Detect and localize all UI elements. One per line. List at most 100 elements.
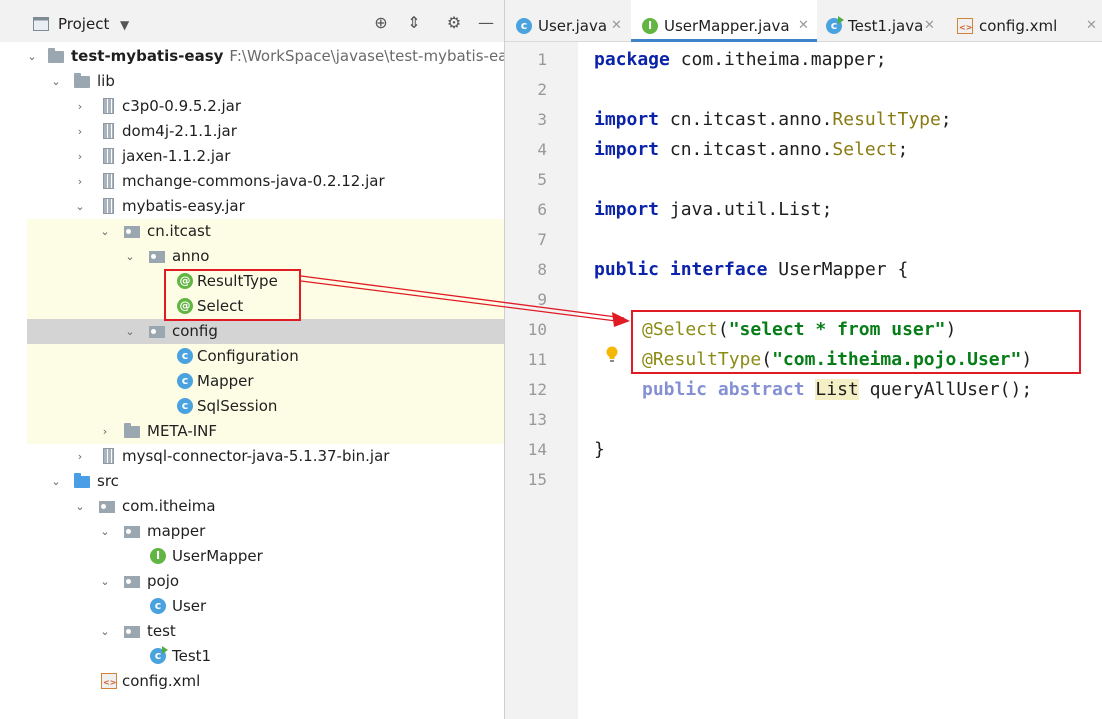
class-icon: c — [516, 18, 532, 34]
tree-item-label: config — [172, 322, 218, 340]
interface-icon: I — [642, 18, 658, 34]
tree-item-package[interactable]: ⌄ anno — [27, 244, 504, 269]
locate-target-icon[interactable]: ⊕ — [371, 13, 391, 33]
chevron-down-icon[interactable]: ⌄ — [99, 219, 111, 244]
class-name: Select — [832, 139, 898, 160]
tree-item-file[interactable]: config.xml — [0, 669, 504, 694]
chevron-down-icon[interactable]: ▼ — [120, 18, 129, 32]
tree-item-label: anno — [172, 247, 210, 265]
chevron-right-icon[interactable]: › — [74, 119, 86, 144]
code-line-6: import java.util.List; — [594, 195, 832, 225]
gear-icon[interactable]: ⚙ — [444, 13, 464, 33]
chevron-down-icon[interactable]: ⌄ — [99, 519, 111, 544]
tree-item-class[interactable]: c SqlSession — [27, 394, 504, 419]
package-icon — [124, 576, 140, 588]
tree-item-class[interactable]: c Test1 — [0, 644, 504, 669]
line-number: 9 — [537, 290, 547, 309]
code-line-12: public abstract List queryAllUser(); — [642, 375, 1032, 405]
minimize-icon[interactable]: — — [476, 13, 496, 33]
code-line-4: import cn.itcast.anno.Select; — [594, 135, 908, 165]
code-text: java.util.List; — [659, 199, 833, 220]
code-text: com.itheima.mapper; — [669, 49, 887, 70]
line-number: 15 — [527, 470, 547, 489]
chevron-right-icon[interactable]: › — [74, 444, 86, 469]
line-number: 12 — [527, 380, 547, 399]
chevron-down-icon[interactable]: ⌄ — [124, 244, 136, 269]
tree-item-label: mchange-commons-java-0.2.12.jar — [122, 172, 385, 190]
project-panel: Project ▼ ⊕ ⇕ ⚙ — ⌄ test-mybatis-easy F:\… — [0, 0, 524, 719]
interface-icon: I — [150, 548, 166, 564]
tree-item-lib[interactable]: ⌄ lib — [0, 69, 504, 94]
tree-item-label: pojo — [147, 572, 180, 590]
keyword: import — [594, 139, 660, 160]
code-text: } — [594, 439, 605, 460]
tree-item-src[interactable]: ⌄ src — [0, 469, 504, 494]
keyword: public — [594, 259, 660, 280]
tree-item-label: META-INF — [147, 422, 218, 440]
chevron-right-icon[interactable]: › — [74, 94, 86, 119]
chevron-down-icon[interactable]: ⌄ — [99, 569, 111, 594]
package-icon — [99, 501, 115, 513]
collapse-all-icon[interactable]: ⇕ — [404, 13, 424, 33]
chevron-down-icon[interactable]: ⌄ — [124, 319, 136, 344]
tree-item-jar[interactable]: › mchange-commons-java-0.2.12.jar — [0, 169, 504, 194]
code-editor[interactable]: package com.itheima.mapper; import cn.it… — [578, 42, 1102, 719]
tree-item-package[interactable]: ⌄ mapper — [0, 519, 504, 544]
highlight-box-code — [631, 310, 1081, 374]
line-number: 10 — [527, 320, 547, 339]
line-number: 14 — [527, 440, 547, 459]
line-number: 8 — [537, 260, 547, 279]
xml-file-icon — [957, 18, 973, 34]
keyword: interface — [669, 259, 768, 280]
tree-item-jar[interactable]: › mysql-connector-java-5.1.37-bin.jar — [0, 444, 504, 469]
tree-item-label: User — [172, 597, 207, 615]
tree-item-label: c3p0-0.9.5.2.jar — [122, 97, 242, 115]
tree-item-jar[interactable]: › c3p0-0.9.5.2.jar — [0, 94, 504, 119]
class-name: ResultType — [832, 109, 941, 130]
line-number: 6 — [537, 200, 547, 219]
tree-item-project-root[interactable]: ⌄ test-mybatis-easy F:\WorkSpace\javase\t… — [0, 44, 524, 69]
class-icon: c — [177, 398, 193, 414]
class-icon: c — [150, 598, 166, 614]
chevron-right-icon[interactable]: › — [99, 419, 111, 444]
chevron-down-icon[interactable]: ⌄ — [74, 494, 86, 519]
module-folder-icon — [48, 48, 64, 63]
tree-item-class[interactable]: c Configuration — [27, 344, 504, 369]
project-path: F:\WorkSpace\javase\test-mybatis-easy — [229, 47, 525, 65]
tree-item-class[interactable]: c User — [0, 594, 504, 619]
tree-item-interface[interactable]: I UserMapper — [0, 544, 504, 569]
tree-item-package[interactable]: ⌄ test — [0, 619, 504, 644]
chevron-right-icon[interactable]: › — [74, 144, 86, 169]
code-text: ; — [897, 139, 909, 160]
folder-icon — [74, 73, 90, 88]
chevron-down-icon[interactable]: ⌄ — [26, 44, 38, 69]
tree-item-label: Mapper — [197, 372, 254, 390]
chevron-down-icon[interactable]: ⌄ — [50, 69, 62, 94]
chevron-down-icon[interactable]: ⌄ — [50, 469, 62, 494]
tree-item-jar[interactable]: › dom4j-2.1.1.jar — [0, 119, 504, 144]
tree-item-jar[interactable]: ⌄ mybatis-easy.jar — [0, 194, 504, 219]
lightbulb-icon[interactable] — [605, 346, 619, 364]
tree-item-package-selected[interactable]: ⌄ config — [27, 319, 504, 344]
tree-item-package[interactable]: ⌄ pojo — [0, 569, 504, 594]
chevron-right-icon[interactable]: › — [74, 169, 86, 194]
folder-icon — [33, 17, 49, 31]
tree-item-label: mysql-connector-java-5.1.37-bin.jar — [122, 447, 390, 465]
editor-gutter[interactable]: 1 2 3 4 5 6 7 8 9 10 11 12 13 14 15 — [505, 42, 578, 719]
jar-icon — [103, 173, 114, 189]
tab-user-java[interactable]: c User.java ✕ — [505, 0, 631, 42]
tab-config-xml[interactable]: config.xml ✕ — [945, 0, 1102, 42]
code-line-3: import cn.itcast.anno.ResultType; — [594, 105, 952, 135]
code-line-8: public interface UserMapper { — [594, 255, 908, 285]
tree-item-label: UserMapper — [172, 547, 263, 565]
tree-item-package[interactable]: ⌄ cn.itcast — [27, 219, 504, 244]
tree-item-jar[interactable]: › jaxen-1.1.2.jar — [0, 144, 504, 169]
tab-usermapper-java[interactable]: I UserMapper.java ✕ — [631, 0, 817, 42]
chevron-down-icon[interactable]: ⌄ — [99, 619, 111, 644]
tab-test1-java[interactable]: c Test1.java ✕ — [817, 0, 945, 42]
tree-item-class[interactable]: c Mapper — [27, 369, 504, 394]
chevron-down-icon[interactable]: ⌄ — [74, 194, 86, 219]
tree-item-folder[interactable]: › META-INF — [27, 419, 504, 444]
tree-item-package[interactable]: ⌄ com.itheima — [0, 494, 504, 519]
tree-item-label: jaxen-1.1.2.jar — [122, 147, 231, 165]
